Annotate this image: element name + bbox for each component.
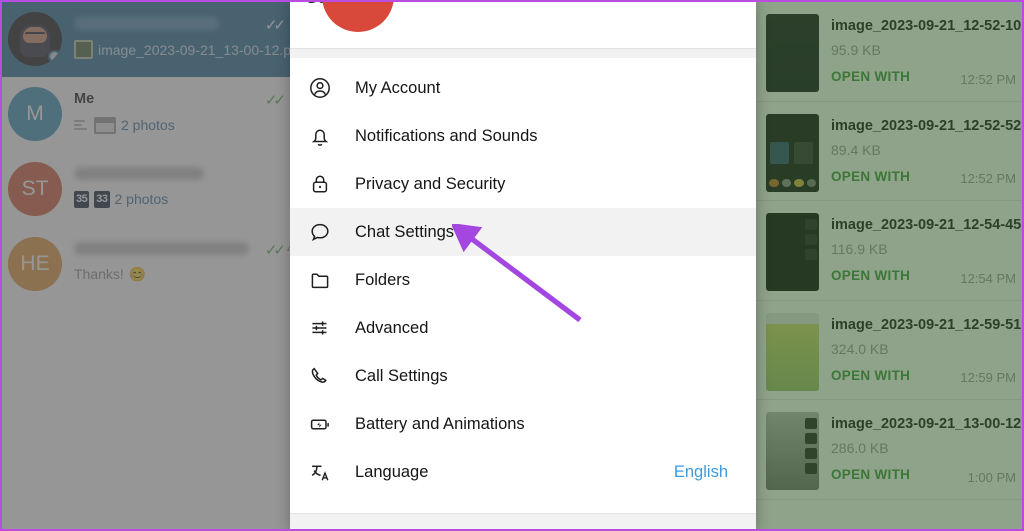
shared-file-row[interactable]: image_2023-09-21_12-52-52.p 89.4 KB OPEN… xyxy=(754,102,1024,201)
file-thumbnail xyxy=(766,213,819,291)
language-value[interactable]: English xyxy=(674,463,728,482)
settings-item-label: Language xyxy=(355,462,429,481)
online-status-dot xyxy=(48,50,61,63)
add-username-link[interactable]: Add username xyxy=(420,2,524,7)
chat-list-item[interactable]: HE Thanks! 😊 ✓✓ 4 xyxy=(2,227,294,302)
shared-files-list[interactable]: image_2023-09-21_12-52-10.p 95.9 KB OPEN… xyxy=(754,2,1024,529)
phone-icon xyxy=(308,364,342,388)
smile-emoji-icon: 😊 xyxy=(128,266,147,282)
text-lines-icon xyxy=(74,118,89,132)
chat-bubble-icon xyxy=(308,220,342,244)
battery-icon xyxy=(308,412,342,436)
read-receipt-icon: ✓✓ xyxy=(264,92,286,109)
settings-item-label: Folders xyxy=(355,270,411,289)
file-timestamp: 12:54 PM xyxy=(960,270,1016,286)
settings-footer-divider xyxy=(290,513,756,529)
chat-preview-text: Thanks! xyxy=(74,266,124,282)
app-window: image_2023-09-21_13-00-12.p ✓✓ M Me 2 ph… xyxy=(0,0,1024,531)
chat-name xyxy=(74,242,249,256)
file-name: image_2023-09-21_12-54-45.p xyxy=(831,217,1024,233)
settings-item-privacy-and-security[interactable]: Privacy and Security xyxy=(290,160,756,208)
file-size: 89.4 KB xyxy=(831,141,881,158)
profile-avatar[interactable] xyxy=(322,2,394,32)
chat-name xyxy=(74,17,219,31)
read-receipt-icon: ✓✓ xyxy=(264,17,286,34)
folder-icon xyxy=(308,268,342,292)
avatar-initials: HE xyxy=(20,252,50,275)
chat-preview: Thanks! 😊 xyxy=(74,265,284,283)
settings-item-label: My Account xyxy=(355,78,441,97)
settings-item-battery-and-animations[interactable]: Battery and Animations xyxy=(290,400,756,448)
file-timestamp: 12:52 PM xyxy=(960,71,1016,87)
file-name: image_2023-09-21_12-52-10.p xyxy=(831,18,1024,34)
file-timestamp: 12:59 PM xyxy=(960,370,1016,385)
avatar: M xyxy=(8,87,62,141)
chat-name: Me xyxy=(74,91,95,107)
chat-list-item[interactable]: M Me 2 photos ✓✓ xyxy=(2,77,294,152)
lock-icon xyxy=(308,172,342,196)
settings-item-label: Notifications and Sounds xyxy=(355,126,538,145)
file-name: image_2023-09-21_13-00-12.p xyxy=(831,416,1024,432)
file-timestamp: 12:52 PM xyxy=(960,171,1016,186)
shared-file-row[interactable]: image_2023-09-21_12-52-10.p 95.9 KB OPEN… xyxy=(754,2,1024,102)
chat-preview-text: 2 photos xyxy=(121,117,175,133)
chat-list[interactable]: image_2023-09-21_13-00-12.p ✓✓ M Me 2 ph… xyxy=(2,2,294,529)
settings-item-label: Chat Settings xyxy=(355,222,455,241)
avatar-initials: M xyxy=(26,102,44,125)
settings-panel: Settings Add username My Account xyxy=(290,2,756,529)
read-receipt-icon: ✓✓ xyxy=(264,242,286,259)
photo-thumb-icon xyxy=(94,116,116,134)
translate-icon xyxy=(308,460,342,484)
avatar: HE xyxy=(8,237,62,291)
file-thumbnail xyxy=(766,412,819,490)
file-thumbnail xyxy=(766,113,819,192)
chat-preview: 2 photos xyxy=(74,116,284,134)
chat-preview: 35 33 2 photos xyxy=(74,190,284,208)
chat-preview-text: 2 photos xyxy=(114,191,169,207)
file-name: image_2023-09-21_12-59-51.p xyxy=(831,316,1024,333)
shared-file-row[interactable]: image_2023-09-21_13-00-12.p 286.0 KB OPE… xyxy=(754,400,1024,500)
settings-item-label: Call Settings xyxy=(355,366,448,385)
settings-item-my-account[interactable]: My Account xyxy=(290,64,756,112)
avatar: ST xyxy=(8,162,62,216)
avatar-initials: ST xyxy=(21,177,49,200)
chat-name xyxy=(74,167,204,181)
document-thumb-icon xyxy=(74,40,93,59)
section-divider xyxy=(290,48,756,58)
settings-menu: My Account Notifications and Sounds Priv… xyxy=(290,64,756,496)
file-thumbnail xyxy=(766,312,819,391)
shared-file-row[interactable]: image_2023-09-21_12-59-51.p 324.0 KB OPE… xyxy=(754,301,1024,400)
settings-item-notifications-and-sounds[interactable]: Notifications and Sounds xyxy=(290,112,756,160)
settings-item-label: Advanced xyxy=(355,318,429,337)
chat-list-item[interactable]: ST 35 33 2 photos xyxy=(2,152,294,227)
file-name: image_2023-09-21_12-52-52.p xyxy=(831,117,1024,134)
settings-item-advanced[interactable]: Advanced xyxy=(290,304,756,352)
profile-section[interactable]: Add username xyxy=(290,2,756,58)
settings-item-label: Privacy and Security xyxy=(355,174,506,193)
settings-item-call-settings[interactable]: Call Settings xyxy=(290,352,756,400)
file-thumbnail xyxy=(766,14,819,92)
sliders-icon xyxy=(308,316,342,340)
dark-thumb-icon-2: 33 xyxy=(94,190,110,208)
file-size: 286.0 KB xyxy=(831,440,889,456)
bell-icon xyxy=(308,124,342,148)
settings-item-folders[interactable]: Folders xyxy=(290,256,756,304)
dark-thumb-icon: 35 xyxy=(74,190,90,208)
file-size: 324.0 KB xyxy=(831,340,889,357)
settings-item-language[interactable]: Language English xyxy=(290,448,756,496)
chat-preview-text: image_2023-09-21_13-00-12.p xyxy=(98,41,292,58)
person-circle-icon xyxy=(308,76,342,100)
chat-list-item[interactable]: image_2023-09-21_13-00-12.p ✓✓ xyxy=(2,2,294,77)
file-size: 116.9 KB xyxy=(831,241,888,257)
chat-preview: image_2023-09-21_13-00-12.p xyxy=(74,40,291,59)
avatar xyxy=(8,12,62,66)
settings-item-chat-settings[interactable]: Chat Settings xyxy=(290,208,756,256)
file-size: 95.9 KB xyxy=(831,42,881,58)
file-timestamp: 1:00 PM xyxy=(967,469,1016,485)
settings-item-label: Battery and Animations xyxy=(355,414,525,433)
shared-file-row[interactable]: image_2023-09-21_12-54-45.p 116.9 KB OPE… xyxy=(754,201,1024,301)
